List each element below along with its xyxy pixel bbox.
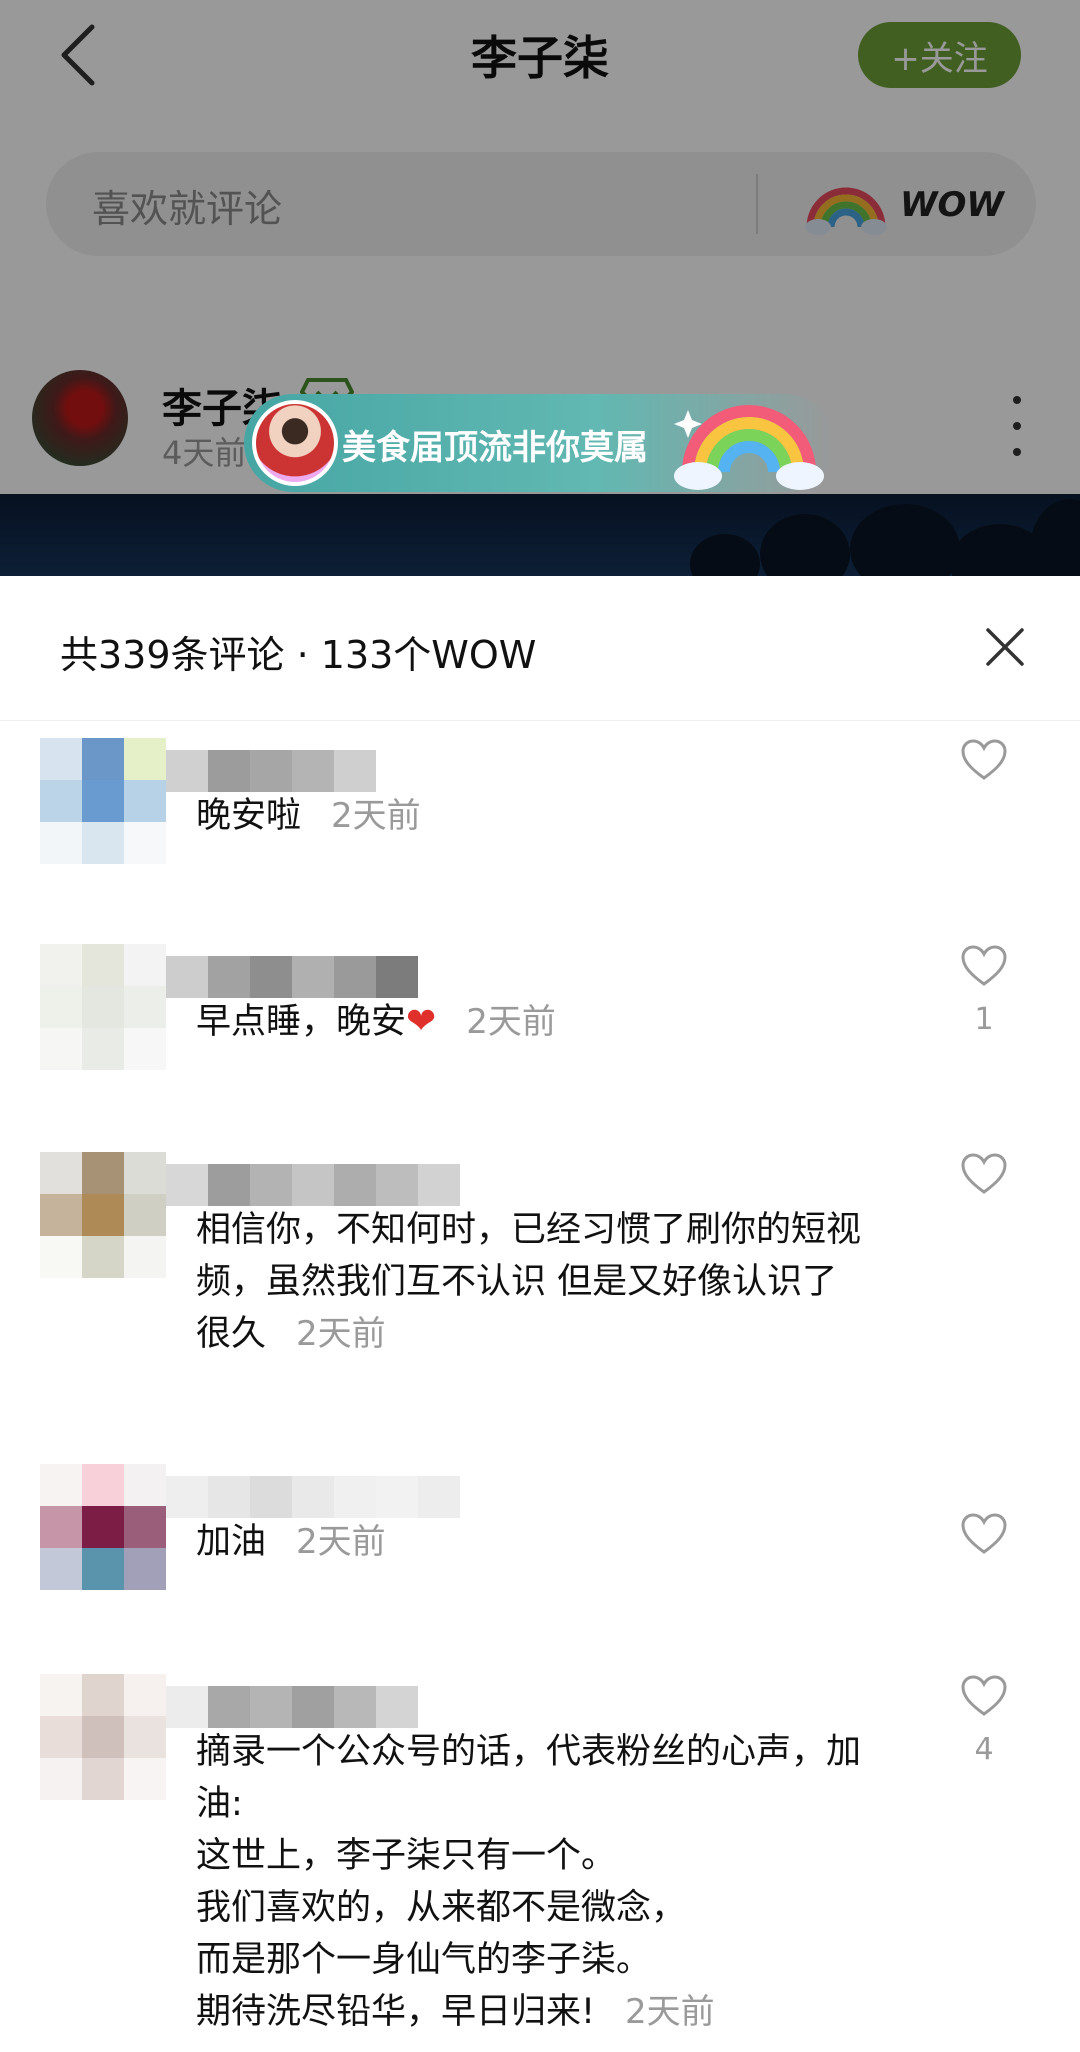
comment-time: 2天前 <box>296 1314 386 1354</box>
promo-banner: 美食届顶流非你莫属 <box>244 394 834 492</box>
commenter-avatar[interactable] <box>40 944 166 1070</box>
heart-icon[interactable] <box>960 1674 1008 1718</box>
rainbow-icon <box>674 405 824 490</box>
comment-text: 摘录一个公众号的话，代表粉丝的心声，加 油: 这世上，李子柒只有一个。 我们喜欢… <box>196 1726 956 2038</box>
commenter-name-blurred[interactable] <box>166 1476 460 1518</box>
heart-emoji: ❤ <box>406 1001 437 1042</box>
commenter-avatar[interactable] <box>40 1674 166 1800</box>
comment-item: 加油 2天前 <box>0 1464 1080 1634</box>
commenter-avatar[interactable] <box>40 1464 166 1590</box>
comment-text: 早点睡，晚安❤ 2天前 <box>196 996 956 1048</box>
like-count: 4 <box>974 1732 994 1767</box>
comment-time: 2天前 <box>296 1522 386 1562</box>
close-button[interactable] <box>980 622 1030 672</box>
comment-item: 晚安啦 2天前 <box>0 738 1080 908</box>
comment-time: 2天前 <box>625 1992 715 2032</box>
banner-text: 美食届顶流非你莫属 <box>342 428 648 468</box>
heart-icon[interactable] <box>960 944 1008 988</box>
comment-sheet: 共339条评论 · 133个WOW 晚安啦 2天前 早点睡，晚安❤ 2天前 1 <box>0 576 1080 2052</box>
banner-avatar <box>252 400 338 486</box>
comment-body: 早点睡，晚安 <box>196 1002 407 1042</box>
commenter-avatar[interactable] <box>40 1152 166 1278</box>
like-count: 1 <box>974 1002 994 1037</box>
comment-body: 晚安啦 <box>196 796 302 836</box>
comment-count: 共339条评论 · 133个WOW <box>60 633 537 677</box>
comment-time: 2天前 <box>466 1002 556 1042</box>
commenter-name-blurred[interactable] <box>166 1164 460 1206</box>
comment-text: 晚安啦 2天前 <box>196 790 956 842</box>
comment-item: 早点睡，晚安❤ 2天前 1 <box>0 944 1080 1114</box>
comment-body: 摘录一个公众号的话，代表粉丝的心声，加 油: 这世上，李子柒只有一个。 我们喜欢… <box>196 1732 862 2032</box>
heart-icon[interactable] <box>960 738 1008 782</box>
commenter-name-blurred[interactable] <box>166 1686 418 1728</box>
comment-time: 2天前 <box>331 796 421 836</box>
comment-item: 相信你，不知何时，已经习惯了刷你的短视 频，虽然我们互不认识 但是又好像认识了 … <box>0 1152 1080 1422</box>
comment-item: 摘录一个公众号的话，代表粉丝的心声，加 油: 这世上，李子柒只有一个。 我们喜欢… <box>0 1674 1080 2044</box>
comment-body: 加油 <box>196 1522 267 1562</box>
commenter-avatar[interactable] <box>40 738 166 864</box>
heart-icon[interactable] <box>960 1512 1008 1556</box>
heart-icon[interactable] <box>960 1152 1008 1196</box>
comment-text: 相信你，不知何时，已经习惯了刷你的短视 频，虽然我们互不认识 但是又好像认识了 … <box>196 1204 956 1360</box>
sheet-header: 共339条评论 · 133个WOW <box>0 576 1080 721</box>
commenter-name-blurred[interactable] <box>166 956 418 998</box>
close-icon <box>986 628 1024 666</box>
commenter-name-blurred[interactable] <box>166 750 376 792</box>
comment-text: 加油 2天前 <box>196 1516 956 1568</box>
